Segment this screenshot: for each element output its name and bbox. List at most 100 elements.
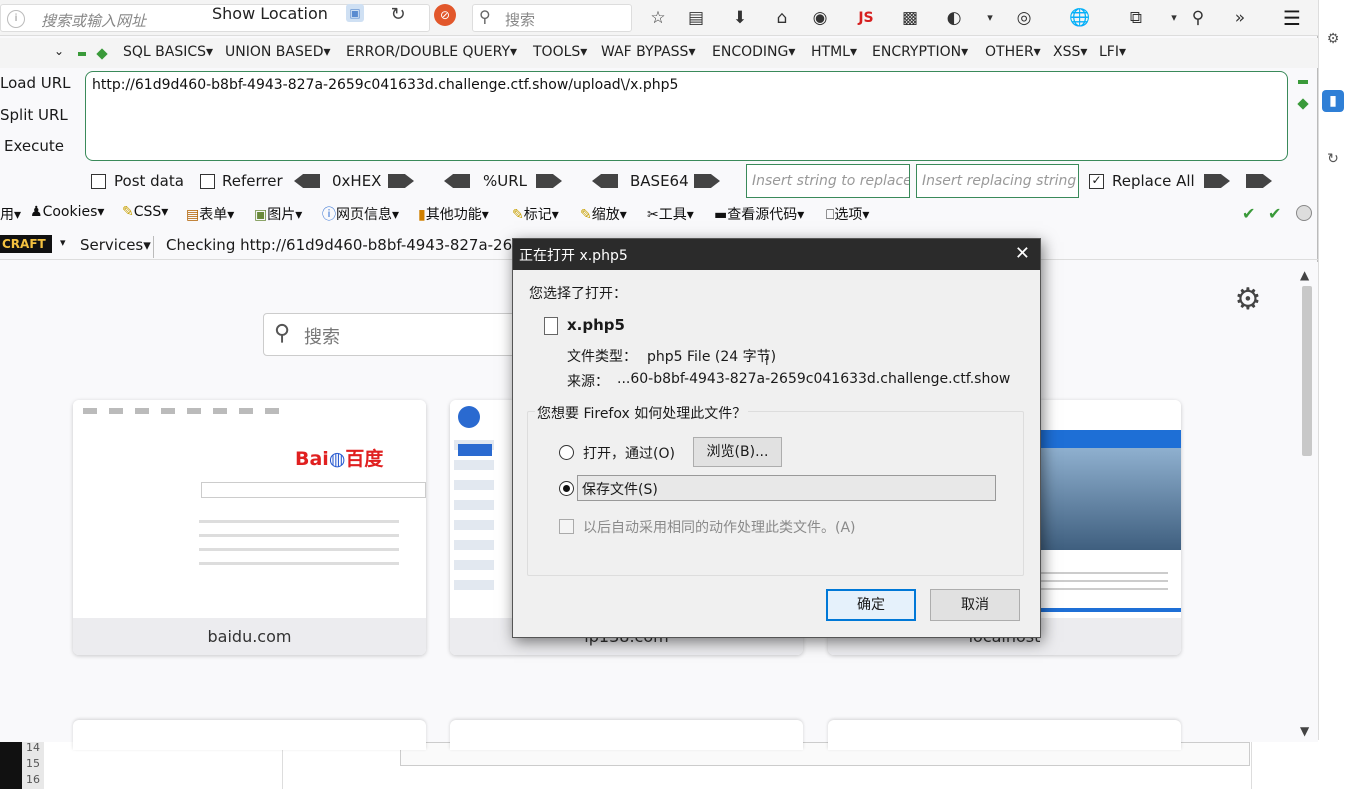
status-circle-icon[interactable]	[1296, 205, 1312, 221]
auto-action-checkbox[interactable]	[559, 519, 574, 534]
dropdown-icon[interactable]: ▾	[60, 236, 66, 249]
scroll-up-icon[interactable]: ▲	[1300, 268, 1309, 282]
tb-tools-label: 工具▾	[658, 207, 694, 223]
menu-encryption[interactable]: ENCRYPTION▾	[872, 44, 968, 60]
dialog-titlebar[interactable]: 正在打开 x.php5 ✕	[513, 239, 1040, 270]
globe-menu-icon[interactable]: ◉	[808, 6, 832, 30]
craft-logo[interactable]: CRAFT	[0, 235, 52, 253]
url-encode-arrow-icon[interactable]	[536, 174, 562, 188]
menu-union-based[interactable]: UNION BASED▾	[225, 44, 331, 60]
open-with-radio[interactable]	[559, 445, 574, 460]
open-file-dialog: 正在打开 x.php5 ✕ 您选择了打开： x.php5 文件类型： php5 …	[512, 238, 1041, 638]
newtab-search-input[interactable]: ⚲ 搜索	[263, 313, 543, 356]
menu-tools[interactable]: TOOLS▾	[533, 44, 587, 60]
refresh-icon[interactable]: ↻	[1322, 148, 1344, 170]
show-location-label[interactable]: Show Location	[212, 4, 328, 23]
browse-button[interactable]: 浏览(B)...	[693, 437, 782, 467]
close-icon[interactable]: ✕	[1015, 243, 1030, 264]
download-icon[interactable]: ⬇	[728, 6, 752, 30]
replace-arrow-outline-icon[interactable]	[1246, 174, 1272, 188]
js-toggle-icon[interactable]: JS	[854, 6, 878, 30]
hamburger-menu-icon[interactable]: ☰	[1280, 6, 1304, 30]
dropdown-icon[interactable]: ▾	[978, 6, 1002, 30]
tb-tools[interactable]: ✂工具▾	[647, 204, 694, 224]
top-site-tile[interactable]	[828, 720, 1181, 750]
url-decode-arrow-icon[interactable]	[444, 174, 470, 188]
reader-list-icon[interactable]: ▤	[684, 6, 708, 30]
tb-cookies[interactable]: ♟Cookies▾	[30, 204, 104, 220]
gear-icon[interactable]: ⚙	[1232, 284, 1264, 316]
tb-images[interactable]: ▣图片▾	[254, 204, 302, 224]
home-icon[interactable]: ⌂	[770, 6, 794, 30]
hackbar-url-textarea[interactable]: http://61d9d460-b8bf-4943-827a-2659c0416…	[85, 71, 1288, 161]
tb-view-source[interactable]: ▬查看源代码▾	[714, 204, 804, 224]
load-url-button[interactable]: Load URL	[0, 74, 71, 92]
replace-string-input[interactable]: Insert string to replace	[746, 164, 910, 198]
menu-other[interactable]: OTHER▾	[985, 44, 1041, 60]
zoom-icon[interactable]: ⚲	[1186, 6, 1210, 30]
split-url-button[interactable]: Split URL	[0, 106, 68, 124]
noscript-icon[interactable]: ⊘	[434, 4, 456, 26]
search-bar[interactable]: ⚲ 搜索	[472, 4, 632, 32]
tb-forms[interactable]: ▤表单▾	[186, 204, 234, 224]
save-file-label[interactable]: 保存文件(S)	[577, 475, 996, 501]
cancel-button[interactable]: 取消	[930, 589, 1020, 621]
menu-error-double-query[interactable]: ERROR/DOUBLE QUERY▾	[346, 44, 517, 60]
dropdown-icon[interactable]: ▾	[1162, 6, 1186, 30]
ok-button[interactable]: 确定	[826, 589, 916, 621]
save-file-radio[interactable]	[559, 481, 574, 496]
menu-waf-bypass[interactable]: WAF BYPASS▾	[601, 44, 695, 60]
check-icon[interactable]: ✔	[1242, 204, 1255, 223]
collapse-chevron-icon[interactable]: ⌄	[54, 44, 64, 58]
replacing-string-input[interactable]: Insert replacing string	[916, 164, 1079, 198]
base64-decode-arrow-icon[interactable]	[592, 174, 618, 188]
post-data-checkbox[interactable]	[91, 174, 106, 189]
tb-resize[interactable]: ✎缩放▾	[580, 204, 627, 224]
hex-encode-arrow-icon[interactable]	[388, 174, 414, 188]
hex-decode-arrow-icon[interactable]	[294, 174, 320, 188]
referrer-label: Referrer	[222, 172, 283, 190]
base64-label: BASE64	[630, 172, 689, 190]
account-icon[interactable]: ▮	[1322, 90, 1344, 112]
tile-thumbnail: Bai◍百度	[73, 400, 426, 618]
screenshot-icon[interactable]: ▩	[898, 6, 922, 30]
referrer-checkbox[interactable]	[200, 174, 215, 189]
tb-disable[interactable]: 用▾	[0, 204, 21, 224]
menu-lfi[interactable]: LFI▾	[1099, 44, 1126, 60]
bookmark-star-icon[interactable]: ☆	[646, 6, 670, 30]
line-number: 14	[26, 741, 40, 754]
menu-sql-basics[interactable]: SQL BASICS▾	[123, 44, 213, 60]
menu-xss[interactable]: XSS▾	[1053, 44, 1087, 60]
reload-icon[interactable]: ↻	[386, 3, 410, 27]
replace-arrow-icon[interactable]	[1204, 174, 1230, 188]
open-with-label[interactable]: 打开，通过(O)	[583, 443, 675, 463]
scroll-down-icon[interactable]: ▼	[1300, 724, 1309, 738]
palette-icon[interactable]: ◐	[942, 6, 966, 30]
proxy-icon[interactable]: ◎	[1012, 6, 1036, 30]
translate-globe-icon[interactable]: 🌐	[1068, 6, 1092, 30]
check-icon[interactable]: ✔	[1268, 204, 1281, 223]
tb-misc[interactable]: ▮其他功能▾	[418, 204, 489, 224]
extension-icon[interactable]: ⧉	[1124, 6, 1148, 30]
menu-encoding[interactable]: ENCODING▾	[712, 44, 795, 60]
base64-encode-arrow-icon[interactable]	[694, 174, 720, 188]
top-site-tile[interactable]	[450, 720, 803, 750]
overflow-icon[interactable]: »	[1228, 6, 1252, 30]
services-menu[interactable]: Services▾	[80, 236, 151, 254]
info-icon[interactable]: i	[7, 10, 25, 28]
scrollbar-thumb[interactable]	[1302, 286, 1312, 456]
tb-css[interactable]: ✎CSS▾	[122, 204, 168, 220]
tb-page-info[interactable]: ⓘ网页信息▾	[322, 204, 399, 224]
top-site-tile[interactable]	[73, 720, 426, 750]
tb-outline[interactable]: ✎标记▾	[512, 204, 559, 224]
location-icon[interactable]: ▣	[346, 4, 364, 22]
gear-icon[interactable]: ⚙	[1322, 28, 1344, 50]
misc-icon: ▮	[418, 207, 426, 223]
menu-html[interactable]: HTML▾	[811, 44, 857, 60]
top-site-tile[interactable]: Bai◍百度 baidu.com	[73, 400, 426, 655]
replace-all-checkbox[interactable]: ✓	[1089, 174, 1104, 189]
tb-options[interactable]: ⎕选项▾	[826, 204, 869, 224]
execute-button[interactable]: Execute	[4, 137, 64, 155]
page-scrollbar[interactable]: ▲ ▼	[1298, 268, 1316, 740]
tile-label: baidu.com	[73, 618, 426, 655]
